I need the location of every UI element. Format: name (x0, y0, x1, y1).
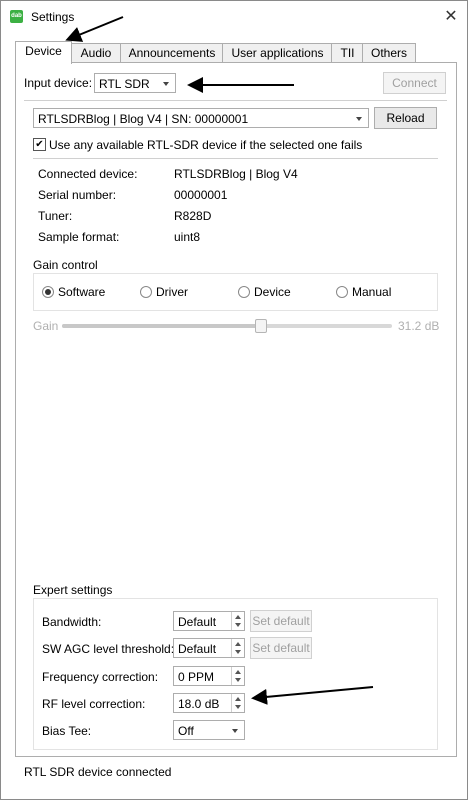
settings-window: dab Settings ✕ Device Audio Announcement… (0, 0, 468, 800)
tab-device[interactable]: Device (15, 41, 72, 64)
annotation-arrows (65, 16, 374, 705)
arrow-to-device-tab (65, 16, 124, 42)
arrow-to-rf-level (251, 686, 374, 705)
